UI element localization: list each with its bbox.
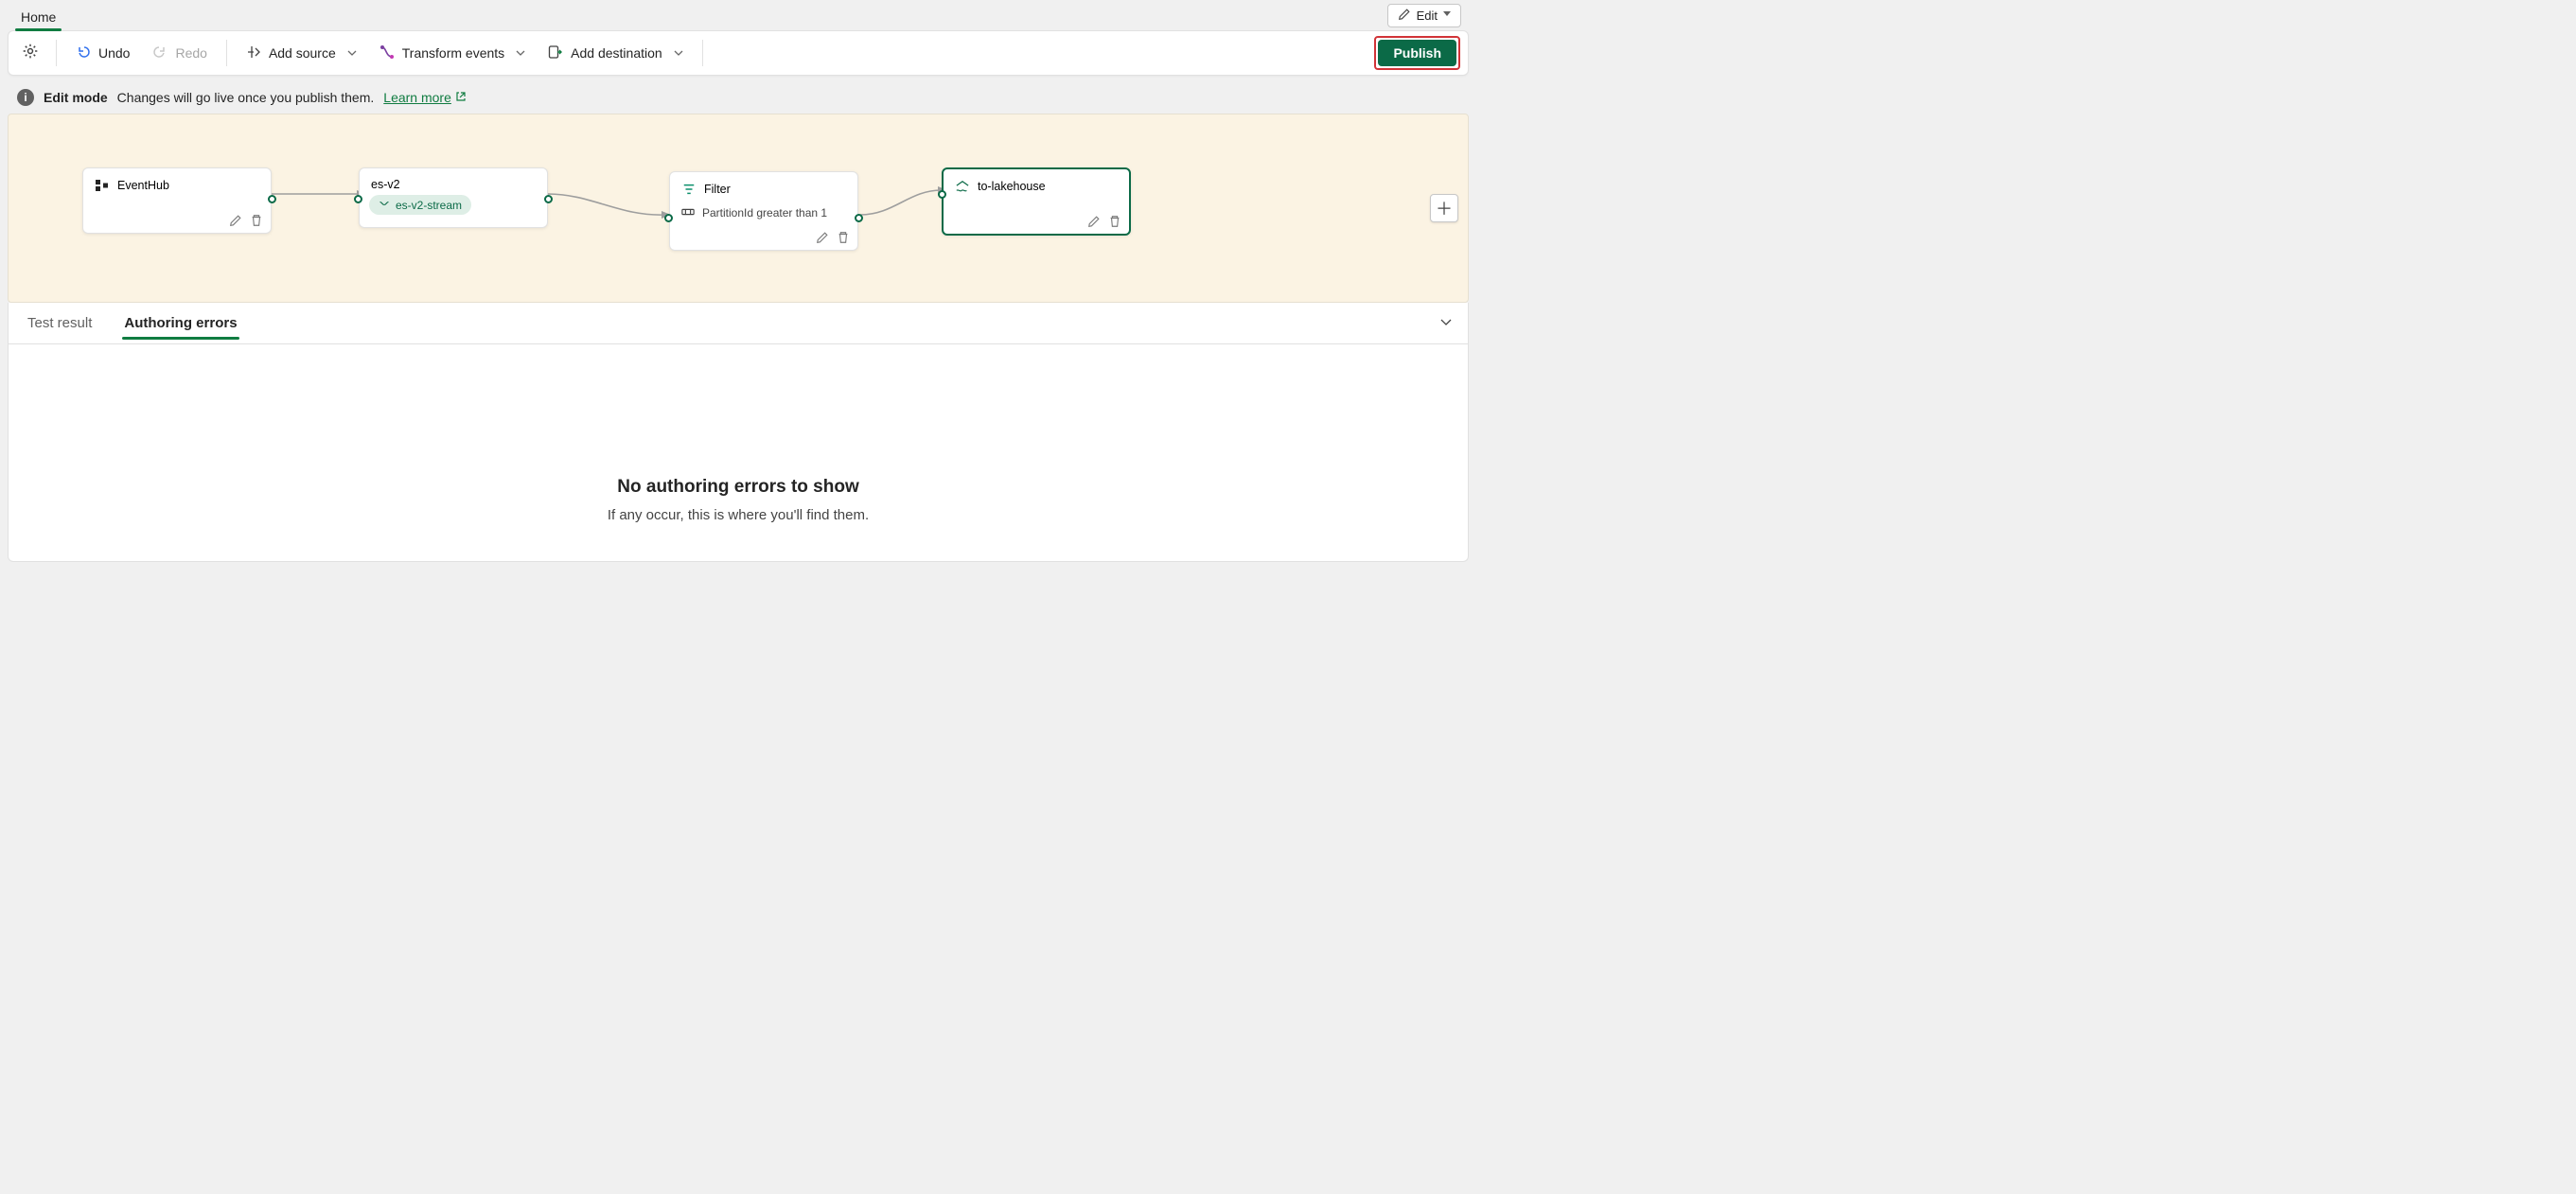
collapse-panel-button[interactable] (1439, 315, 1453, 332)
output-port[interactable] (544, 195, 553, 203)
tab-test-result-label: Test result (27, 315, 92, 331)
chevron-down-icon (1439, 315, 1453, 331)
bottom-panel: Test result Authoring errors No authorin… (8, 303, 1469, 562)
node-destination-actions (1087, 215, 1121, 228)
stream-chip-label: es-v2-stream (396, 199, 462, 212)
node-source[interactable]: EventHub (82, 167, 272, 234)
edge-stream-filter (544, 179, 677, 217)
info-title: Edit mode (44, 90, 108, 105)
pencil-icon (1398, 8, 1411, 24)
tab-home-label: Home (21, 9, 56, 25)
chevron-down-icon (674, 50, 683, 57)
tab-home[interactable]: Home (15, 6, 62, 30)
separator (702, 40, 703, 66)
edit-button[interactable]: Edit (1387, 4, 1461, 27)
filter-condition-row: PartitionId greater than 1 (679, 202, 848, 235)
settings-button[interactable] (14, 37, 46, 69)
info-message: Changes will go live once you publish th… (117, 90, 375, 105)
node-filter[interactable]: Filter PartitionId greater than 1 (669, 171, 858, 251)
edit-node-icon[interactable] (1087, 215, 1101, 228)
caret-down-icon (1443, 11, 1451, 19)
undo-icon (76, 44, 91, 62)
edit-node-icon[interactable] (816, 231, 829, 244)
redo-button[interactable]: Redo (143, 41, 216, 66)
node-source-title: EventHub (117, 179, 169, 192)
ribbon-tabs: Home Edit (0, 0, 1476, 30)
publish-button[interactable]: Publish (1378, 40, 1456, 66)
info-icon: i (17, 89, 34, 106)
node-source-actions (229, 214, 263, 227)
stream-icon (379, 198, 390, 212)
gear-icon (22, 43, 39, 64)
output-port[interactable] (855, 214, 863, 222)
node-source-head: EventHub (93, 176, 261, 199)
undo-button[interactable]: Undo (66, 41, 139, 66)
delete-node-icon[interactable] (837, 231, 850, 244)
add-node-button[interactable]: ＋ (1430, 194, 1458, 222)
node-filter-head: Filter (679, 180, 848, 202)
add-destination-button[interactable]: Add destination (538, 41, 693, 66)
lakehouse-icon (955, 179, 970, 194)
filter-condition-text: PartitionId greater than 1 (702, 206, 827, 219)
node-stream-head: es-v2 (369, 176, 538, 193)
redo-label: Redo (175, 45, 206, 61)
input-port[interactable] (664, 214, 673, 222)
empty-subtext: If any occur, this is where you'll find … (27, 507, 1449, 523)
ribbon-tabs-left: Home (15, 0, 62, 30)
node-destination[interactable]: to-lakehouse (942, 167, 1131, 236)
redo-icon (152, 44, 168, 62)
tab-authoring-errors[interactable]: Authoring errors (122, 307, 238, 339)
transform-events-button[interactable]: Transform events (370, 41, 535, 66)
learn-more-link[interactable]: Learn more (383, 90, 467, 105)
chevron-down-icon (347, 50, 357, 57)
learn-more-label: Learn more (383, 90, 451, 105)
edit-node-icon[interactable] (229, 214, 242, 227)
node-destination-head: to-lakehouse (953, 177, 1120, 200)
node-filter-actions (816, 231, 850, 244)
node-stream-title: es-v2 (371, 178, 400, 191)
separator (56, 40, 57, 66)
tab-test-result[interactable]: Test result (26, 307, 94, 339)
empty-state: No authoring errors to show If any occur… (9, 344, 1468, 561)
condition-icon (681, 206, 695, 219)
publish-label: Publish (1393, 45, 1441, 61)
bottom-tabs: Test result Authoring errors (9, 303, 1468, 344)
output-port[interactable] (268, 195, 276, 203)
separator (226, 40, 227, 66)
add-source-icon (246, 44, 261, 62)
filter-icon (681, 182, 697, 197)
info-bar: i Edit mode Changes will go live once yo… (8, 83, 1469, 112)
delete-node-icon[interactable] (250, 214, 263, 227)
node-filter-title: Filter (704, 183, 731, 196)
edge-filter-dest (856, 179, 951, 217)
add-source-button[interactable]: Add source (237, 41, 366, 66)
chevron-down-icon (516, 50, 525, 57)
toolbar: Undo Redo Add source Transform events Ad… (8, 30, 1469, 76)
empty-heading: No authoring errors to show (27, 477, 1449, 498)
add-source-label: Add source (269, 45, 336, 61)
tab-authoring-errors-label: Authoring errors (124, 315, 237, 331)
add-destination-icon (548, 44, 563, 62)
node-stream[interactable]: es-v2 es-v2-stream (359, 167, 548, 228)
add-destination-label: Add destination (571, 45, 662, 61)
node-destination-title: to-lakehouse (978, 180, 1046, 193)
open-external-icon (455, 90, 467, 105)
input-port[interactable] (938, 190, 946, 199)
transform-icon (379, 44, 395, 62)
publish-highlight: Publish (1374, 36, 1460, 70)
edit-button-label: Edit (1417, 9, 1438, 23)
plus-icon: ＋ (1436, 196, 1453, 220)
eventhub-icon (95, 178, 110, 193)
input-port[interactable] (354, 195, 362, 203)
undo-label: Undo (98, 45, 130, 61)
transform-label: Transform events (402, 45, 504, 61)
canvas[interactable]: EventHub es-v2 es-v2-stream (8, 114, 1469, 303)
delete-node-icon[interactable] (1108, 215, 1121, 228)
stream-chip[interactable]: es-v2-stream (369, 195, 471, 215)
